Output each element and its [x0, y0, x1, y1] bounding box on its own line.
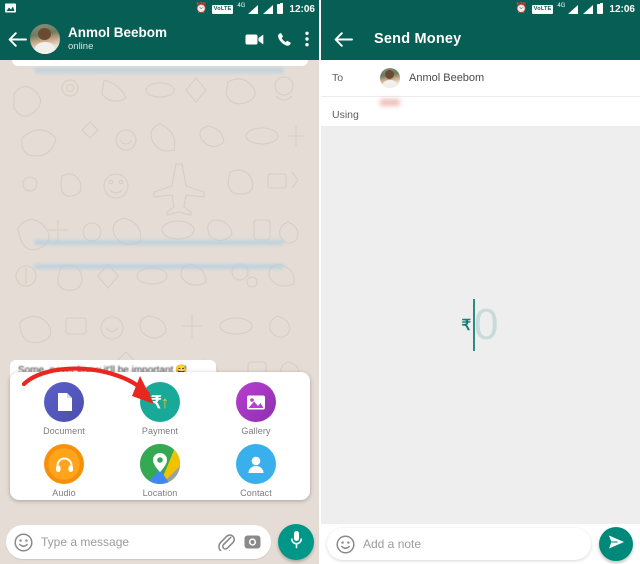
composer-icons	[218, 533, 261, 551]
screen-divider	[319, 0, 321, 564]
presence-status: online	[68, 41, 94, 52]
status-icons: ⏰ VoLTE 4G 12:06	[195, 3, 315, 15]
amount-field[interactable]: ₹ 0	[320, 299, 640, 351]
signal-bars-icon	[247, 4, 259, 14]
redacted-text-line	[34, 240, 284, 245]
attachment-label: Gallery	[241, 426, 271, 436]
app-bar-actions	[245, 31, 309, 47]
signal-bars-icon-2	[262, 4, 274, 14]
attachment-label: Contact	[240, 488, 272, 498]
attachment-option-gallery[interactable]: Gallery	[208, 382, 304, 436]
attachment-option-audio[interactable]: Audio	[16, 444, 112, 498]
status-bar: ⏰ VoLTE 4G 12:06	[0, 0, 320, 18]
chat-app-bar: Anmol Beebom online	[0, 18, 320, 60]
peer-info[interactable]: Anmol Beebom online	[68, 25, 245, 53]
recipient-avatar	[380, 68, 400, 88]
gallery-icon	[236, 382, 276, 422]
payment-app-bar: Send Money	[320, 18, 640, 60]
attachment-option-contact[interactable]: Contact	[208, 444, 304, 498]
back-arrow-icon[interactable]	[332, 28, 354, 50]
whatsapp-chat-screen: ⏰ VoLTE 4G 12:06 Anmol Beebom online Som…	[0, 0, 320, 564]
send-money-button[interactable]	[599, 527, 633, 561]
recipient-name: Anmol Beebom	[409, 72, 485, 84]
partial-message-bubble	[12, 60, 308, 66]
recipient-label: To	[332, 72, 344, 84]
back-arrow-icon[interactable]	[6, 28, 28, 50]
rupee-payment-icon: ₹ ↑	[140, 382, 180, 422]
send-paper-plane-icon	[608, 534, 625, 555]
paperclip-icon[interactable]	[218, 533, 235, 551]
status-icons-right: ⏰ VoLTE 4G 12:06	[515, 3, 635, 15]
contact-name: Anmol Beebom	[68, 25, 168, 40]
attachment-label: Location	[142, 488, 178, 498]
message-input[interactable]: Type a message	[41, 535, 218, 549]
battery-icon	[277, 3, 284, 14]
attachment-label: Payment	[141, 426, 179, 436]
attachment-option-payment[interactable]: ₹ ↑ Payment	[112, 382, 208, 436]
signal-bars-icon	[567, 4, 579, 14]
status-bar-clock: 12:06	[609, 3, 635, 15]
send-money-screen: ⏰ VoLTE 4G 12:06 Send Money To Anmol Bee…	[320, 0, 640, 564]
alarm-clock-icon: ⏰	[515, 3, 528, 14]
attachment-grid: Document ₹ ↑ Payment Gallery Audio Locat…	[16, 382, 304, 498]
video-call-icon[interactable]	[245, 33, 264, 46]
voice-record-button[interactable]	[278, 524, 314, 560]
recipient-row[interactable]: To Anmol Beebom	[320, 60, 640, 96]
payment-details-card: To Anmol Beebom Using	[320, 60, 640, 132]
redacted-text-line	[34, 264, 284, 269]
note-input[interactable]: Add a note	[363, 537, 421, 551]
redacted-text-line	[34, 68, 284, 73]
network-type-label: 4G	[237, 3, 246, 9]
amount-entry-area[interactable]: ₹ 0	[320, 126, 640, 524]
page-title: Send Money	[374, 31, 462, 47]
network-type-label: 4G	[557, 3, 566, 9]
bank-logo-placeholder	[380, 99, 400, 106]
microphone-icon	[290, 530, 303, 554]
signal-bars-icon-2	[582, 4, 594, 14]
screenshot-indicator-icon	[5, 3, 16, 16]
dual-screenshot: ⏰ VoLTE 4G 12:06 Anmol Beebom online Som…	[0, 0, 640, 564]
emoji-smiley-icon[interactable]	[14, 532, 33, 552]
emoji-smiley-icon[interactable]	[336, 534, 355, 554]
volte-icon: VoLTE	[531, 4, 554, 14]
attachment-label: Document	[43, 426, 85, 436]
message-composer: Type a message	[0, 520, 320, 564]
attachment-option-location[interactable]: Location	[112, 444, 208, 498]
attachment-label: Audio	[52, 488, 76, 498]
person-icon	[236, 444, 276, 484]
avatar[interactable]	[30, 24, 60, 54]
map-pin-icon	[140, 444, 180, 484]
camera-icon[interactable]	[244, 534, 261, 550]
attachment-option-document[interactable]: Document	[16, 382, 112, 436]
chat-message-area[interactable]: Some, never know it'll be important 😅 Do…	[0, 60, 320, 564]
status-bar-right: ⏰ VoLTE 4G 12:06	[320, 0, 640, 18]
headphones-icon	[44, 444, 84, 484]
alarm-clock-icon: ⏰	[195, 3, 208, 14]
voice-call-icon[interactable]	[277, 32, 292, 47]
message-input-pill[interactable]: Type a message	[6, 525, 271, 559]
status-bar-clock: 12:06	[289, 3, 315, 15]
note-input-pill[interactable]: Add a note	[327, 528, 591, 560]
note-composer: Add a note	[320, 524, 640, 564]
amount-placeholder: 0	[474, 300, 499, 349]
rupee-symbol: ₹	[461, 316, 472, 334]
volte-icon: VoLTE	[211, 4, 234, 14]
overflow-menu-icon[interactable]	[305, 31, 309, 47]
document-icon	[44, 382, 84, 422]
payment-method-label: Using	[332, 108, 359, 121]
attachment-sheet: Document ₹ ↑ Payment Gallery Audio Locat…	[10, 372, 310, 500]
battery-icon	[597, 3, 604, 14]
